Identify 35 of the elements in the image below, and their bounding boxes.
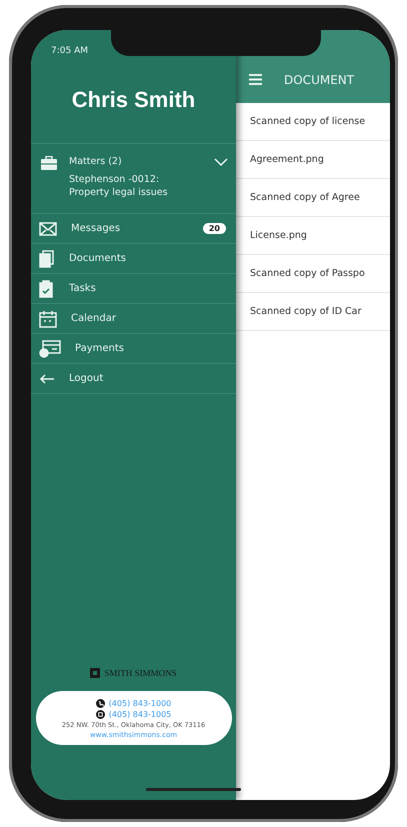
documents-icon xyxy=(39,250,55,268)
menu-item[interactable]: Calendar xyxy=(31,304,236,334)
document-item[interactable]: Agreement.png xyxy=(236,141,390,179)
current-matter: Stephenson -0012: Property legal issues xyxy=(69,173,169,199)
count-badge: 20 xyxy=(202,223,226,234)
document-item[interactable]: Scanned copy of ID Car xyxy=(236,293,390,331)
menu-label: Tasks xyxy=(69,283,97,294)
calendar-icon xyxy=(39,310,57,328)
menu-item[interactable]: Payments xyxy=(31,334,236,364)
menu-item[interactable]: Documents xyxy=(31,244,236,274)
menu-item[interactable]: Logout xyxy=(31,364,236,394)
menu-label: Logout xyxy=(69,373,104,384)
page-title: DOCUMENT xyxy=(284,72,354,86)
document-item[interactable]: License.png xyxy=(236,217,390,255)
left-arrow-icon xyxy=(39,372,55,384)
envelope-icon xyxy=(39,222,57,236)
chevron-icon[interactable] xyxy=(214,158,228,167)
document-item[interactable]: Scanned copy of Passpo xyxy=(236,255,390,293)
document-item[interactable]: Scanned copy of Agree xyxy=(236,179,390,217)
brand-name: SMITH SIMMONS xyxy=(104,668,177,678)
briefcase-icon xyxy=(41,156,57,170)
menu-item[interactable]: Messages 20 xyxy=(31,214,236,244)
menu-label: Calendar xyxy=(71,313,117,324)
menu-item[interactable]: Tasks xyxy=(31,274,236,304)
menu-label: Messages xyxy=(71,223,122,234)
fax-link[interactable]: (405) 843-1005 xyxy=(108,710,172,719)
user-name: Chris Smith xyxy=(70,86,196,114)
status-time: 7:05 AM xyxy=(51,46,88,58)
phone-link[interactable]: (405) 843-1000 xyxy=(108,699,172,708)
menu-label: Documents xyxy=(69,253,128,264)
clipboard-icon xyxy=(39,280,55,298)
card-payment-icon xyxy=(39,340,61,358)
document-item[interactable]: Scanned copy of license xyxy=(236,103,390,141)
menu-label: Payments xyxy=(75,343,125,354)
matters-label[interactable]: Matters (2) xyxy=(69,156,202,167)
